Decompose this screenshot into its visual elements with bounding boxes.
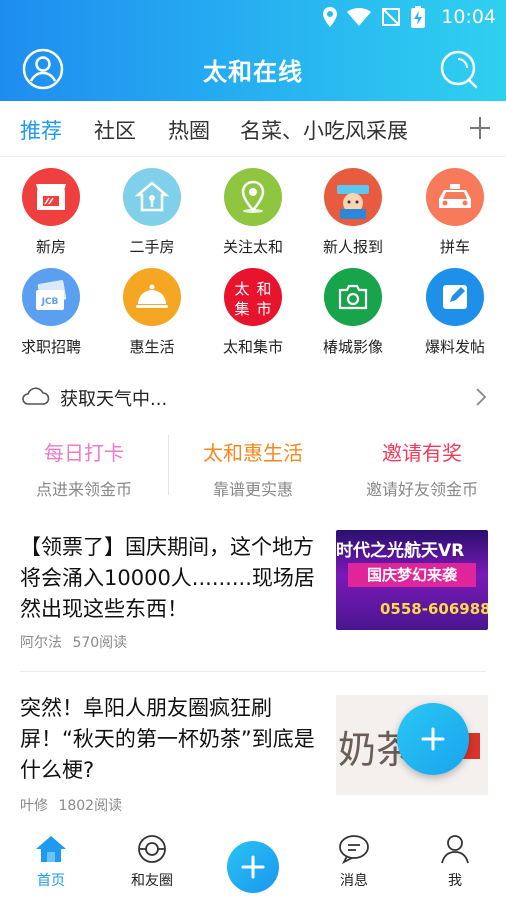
status-time: 10:04 [441, 6, 496, 28]
circle-icon [138, 835, 166, 863]
search-button[interactable] [438, 48, 480, 90]
no-signal-icon [382, 8, 401, 26]
nav-label: 消息 [340, 873, 368, 889]
jcb-card-icon: JCB [22, 268, 80, 326]
home-icon [36, 836, 66, 862]
seal-char: 市 [256, 300, 271, 318]
news-item[interactable]: 【领票了】国庆期间，这个地方将会涌入10000人.........现场居然出现这… [0, 520, 506, 670]
svg-text:JCB: JCB [41, 297, 59, 307]
grid-label: 新人报到 [322, 238, 383, 256]
grid-item-newcomer[interactable]: 新人报到 [303, 168, 403, 257]
grid-label: 关注太和 [222, 238, 283, 256]
promo-title: 邀请有奖 [382, 441, 462, 465]
floating-add-button[interactable] [397, 703, 469, 775]
grid-label: 拼车 [439, 238, 470, 256]
user-icon [441, 835, 469, 864]
page-title: 太和在线 [203, 58, 303, 86]
message-icon [339, 835, 369, 865]
promo-taihe-benefit[interactable]: 太和惠生活 靠谱更实惠 [169, 425, 337, 500]
news-title: 【领票了】国庆期间，这个地方将会涌入10000人.........现场居然出现这… [20, 535, 315, 621]
promo-subtitle: 邀请好友领金币 [365, 480, 478, 499]
camera-icon [324, 268, 382, 326]
grid-label: 惠生活 [129, 338, 175, 356]
add-tab-button[interactable] [468, 113, 492, 143]
thumb-text: 国庆梦幻来袭 [348, 563, 476, 587]
grid-item-taihe-market[interactable]: 太 和 集 市 太和集市 [203, 268, 303, 357]
promo-subtitle: 点进来领金币 [35, 480, 132, 499]
header: 10:04 太和在线 [0, 0, 506, 101]
nav-home[interactable]: 首页 [11, 834, 91, 890]
bottom-nav: 首页 和友圈 消息 我 [0, 828, 506, 900]
house-icon [123, 168, 181, 226]
dish-cover-icon [123, 268, 181, 326]
promo-subtitle: 靠谱更实惠 [212, 480, 293, 499]
battery-charging-icon [411, 6, 426, 28]
store-icon [22, 168, 80, 226]
promo-daily-checkin[interactable]: 每日打卡 点进来领金币 [0, 425, 168, 500]
seal-char: 集 [234, 300, 249, 318]
nav-friends-circle[interactable]: 和友圈 [112, 834, 192, 890]
tab-recommend[interactable]: 推荐 [20, 115, 62, 145]
tab-community[interactable]: 社区 [94, 115, 136, 145]
edit-icon [426, 268, 484, 326]
promo-title: 太和惠生活 [203, 441, 303, 465]
location-icon [224, 168, 282, 226]
market-seal-icon: 太 和 集 市 [224, 268, 282, 326]
feed-divider [20, 671, 486, 672]
tab-food-show[interactable]: 名菜、小吃风采展 [240, 115, 408, 145]
seal-char: 太 [234, 280, 249, 298]
grid-item-city-photos[interactable]: 椿城影像 [303, 268, 403, 357]
promo-strip: 每日打卡 点进来领金币 太和惠生活 靠谱更实惠 邀请有奖 邀请好友领金币 [0, 425, 506, 505]
category-tabs: 推荐 社区 热圈 名菜、小吃风采展 [0, 101, 506, 157]
news-title: 突然！阜阳人朋友圈疯狂刷屏！“秋天的第一杯奶茶”到底是什么梗? [20, 696, 315, 782]
grid-item-second-hand-house[interactable]: 二手房 [102, 168, 202, 257]
taxi-icon [426, 168, 484, 226]
plus-icon [470, 117, 490, 139]
grid-item-follow-taihe[interactable]: 关注太和 [203, 168, 303, 257]
grid-label: 太和集市 [222, 338, 283, 356]
seal-char: 和 [256, 280, 271, 298]
thumb-text: 0558-606988 [380, 600, 488, 618]
news-meta: 叶修 1802阅读 [20, 795, 122, 815]
newcomer-icon [324, 168, 382, 226]
grid-label: 椿城影像 [322, 338, 383, 356]
nav-label: 首页 [37, 873, 65, 889]
grid-label: 求职招聘 [20, 338, 81, 356]
nav-publish-button[interactable] [227, 841, 279, 893]
thumb-text: 时代之光航天VR [336, 541, 465, 561]
nav-label: 我 [448, 873, 462, 889]
promo-title: 每日打卡 [44, 441, 124, 465]
chevron-right-icon [476, 388, 486, 406]
status-bar: 10:04 [0, 0, 506, 34]
nav-messages[interactable]: 消息 [314, 834, 394, 890]
plus-icon [241, 855, 265, 879]
nav-label: 和友圈 [131, 873, 173, 889]
tab-hot-circle[interactable]: 热圈 [168, 115, 210, 145]
news-meta: 阿尔法 570阅读 [20, 632, 127, 652]
grid-item-post-news[interactable]: 爆料发帖 [405, 268, 505, 357]
grid-label: 爆料发帖 [424, 338, 485, 356]
news-reads: 570阅读 [72, 635, 128, 651]
weather-bar[interactable]: 获取天气中... [0, 372, 506, 420]
weather-text: 获取天气中... [60, 389, 168, 410]
grid-item-carpool[interactable]: 拼车 [405, 168, 505, 257]
cloud-icon [22, 387, 50, 405]
grid-label: 新房 [35, 238, 66, 256]
app-bar: 太和在线 [0, 34, 506, 101]
news-thumbnail: 时代之光航天VR 国庆梦幻来袭 0558-606988 [336, 530, 488, 630]
plus-icon [421, 727, 445, 751]
grid-item-new-house[interactable]: 新房 [1, 168, 101, 257]
location-status-icon [323, 7, 338, 27]
grid-label: 二手房 [129, 238, 175, 256]
grid-item-jobs[interactable]: JCB 求职招聘 [1, 268, 101, 357]
news-reads: 1802阅读 [58, 798, 123, 814]
nav-me[interactable]: 我 [415, 834, 495, 890]
news-author: 阿尔法 [20, 635, 62, 651]
search-icon [440, 50, 478, 89]
promo-invite[interactable]: 邀请有奖 邀请好友领金币 [338, 425, 506, 500]
grid-item-benefit-life[interactable]: 惠生活 [102, 268, 202, 357]
news-author: 叶修 [20, 798, 48, 814]
wifi-icon [347, 8, 372, 26]
